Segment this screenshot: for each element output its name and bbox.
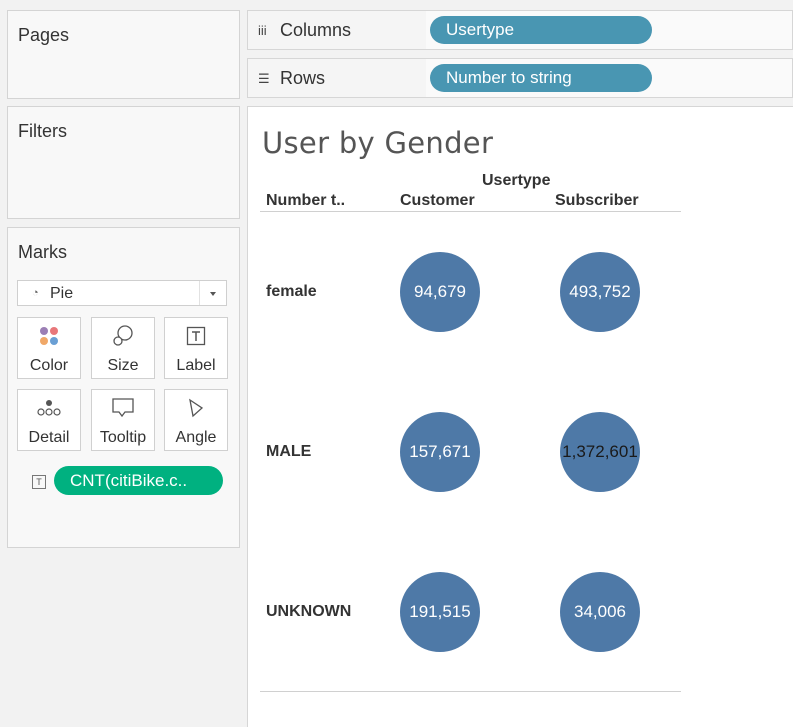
pie-mark[interactable]: 157,671 — [400, 412, 480, 492]
filters-card[interactable]: Filters — [7, 106, 240, 219]
column-header-subscriber[interactable]: Subscriber — [555, 192, 639, 210]
rows-pill-number-to-string[interactable]: Number to string — [430, 64, 652, 92]
label-icon — [165, 324, 227, 348]
footer-divider — [260, 691, 681, 692]
pie-mark[interactable]: 34,006 — [560, 572, 640, 652]
viz-view: User by Gender Usertype Number t.. Custo… — [247, 106, 793, 727]
columns-icon: iii — [258, 23, 267, 38]
size-button[interactable]: Size — [91, 317, 155, 379]
detail-label: Detail — [28, 429, 70, 446]
rows-title: Rows — [280, 68, 326, 88]
header-divider — [260, 211, 681, 212]
angle-icon — [165, 396, 227, 420]
text-encoding-icon[interactable]: T — [32, 475, 46, 489]
tooltip-label: Tooltip — [99, 429, 147, 446]
column-header-customer[interactable]: Customer — [400, 192, 475, 210]
color-icon — [18, 324, 80, 348]
pie-icon: ◔ — [32, 287, 39, 299]
mark-type-dropdown[interactable]: ◔ Pie — [17, 280, 227, 306]
tooltip-button[interactable]: Tooltip — [91, 389, 155, 451]
pie-mark[interactable]: 493,752 — [560, 252, 640, 332]
marks-card: Marks ◔ Pie Color Size Label Detail Tool… — [7, 227, 240, 548]
row-label-male[interactable]: MALE — [266, 443, 311, 461]
filters-title: Filters — [18, 121, 67, 141]
label-button[interactable]: Label — [164, 317, 228, 379]
pie-mark[interactable]: 94,679 — [400, 252, 480, 332]
row-label-unknown[interactable]: UNKNOWN — [266, 603, 351, 621]
detail-button[interactable]: Detail — [17, 389, 81, 451]
pages-title: Pages — [18, 25, 70, 45]
rows-shelf: ☰ Rows Number to string — [247, 58, 793, 98]
columns-shelf: iii Columns Usertype — [247, 10, 793, 50]
color-label: Color — [29, 357, 69, 374]
angle-button[interactable]: Angle — [164, 389, 228, 451]
size-icon — [92, 324, 154, 348]
row-header-title[interactable]: Number t.. — [266, 192, 345, 210]
pages-card[interactable]: Pages — [7, 10, 240, 99]
detail-icon — [18, 396, 80, 420]
rows-shelf-label: ☰ Rows — [247, 58, 427, 98]
tooltip-icon — [92, 396, 154, 420]
color-button[interactable]: Color — [17, 317, 81, 379]
column-group-header[interactable]: Usertype — [482, 172, 550, 190]
pie-mark[interactable]: 191,515 — [400, 572, 480, 652]
columns-shelf-label: iii Columns — [247, 10, 427, 50]
measure-pill[interactable]: CNT(citiBike.c.. — [54, 466, 223, 495]
row-label-female[interactable]: female — [266, 283, 317, 301]
chevron-down-icon[interactable] — [199, 281, 226, 305]
columns-title: Columns — [280, 20, 352, 40]
pie-mark[interactable]: 1,372,601 — [560, 412, 640, 492]
label-label: Label — [176, 357, 216, 374]
size-label: Size — [107, 357, 139, 374]
mark-type-label: Pie — [50, 285, 74, 302]
left-panel: Pages Filters Marks ◔ Pie Color Size Lab… — [0, 0, 247, 726]
angle-label: Angle — [175, 429, 217, 446]
view-title[interactable]: User by Gender — [262, 126, 493, 160]
marks-title: Marks — [18, 242, 67, 262]
rows-icon: ☰ — [258, 71, 270, 86]
columns-pill-usertype[interactable]: Usertype — [430, 16, 652, 44]
